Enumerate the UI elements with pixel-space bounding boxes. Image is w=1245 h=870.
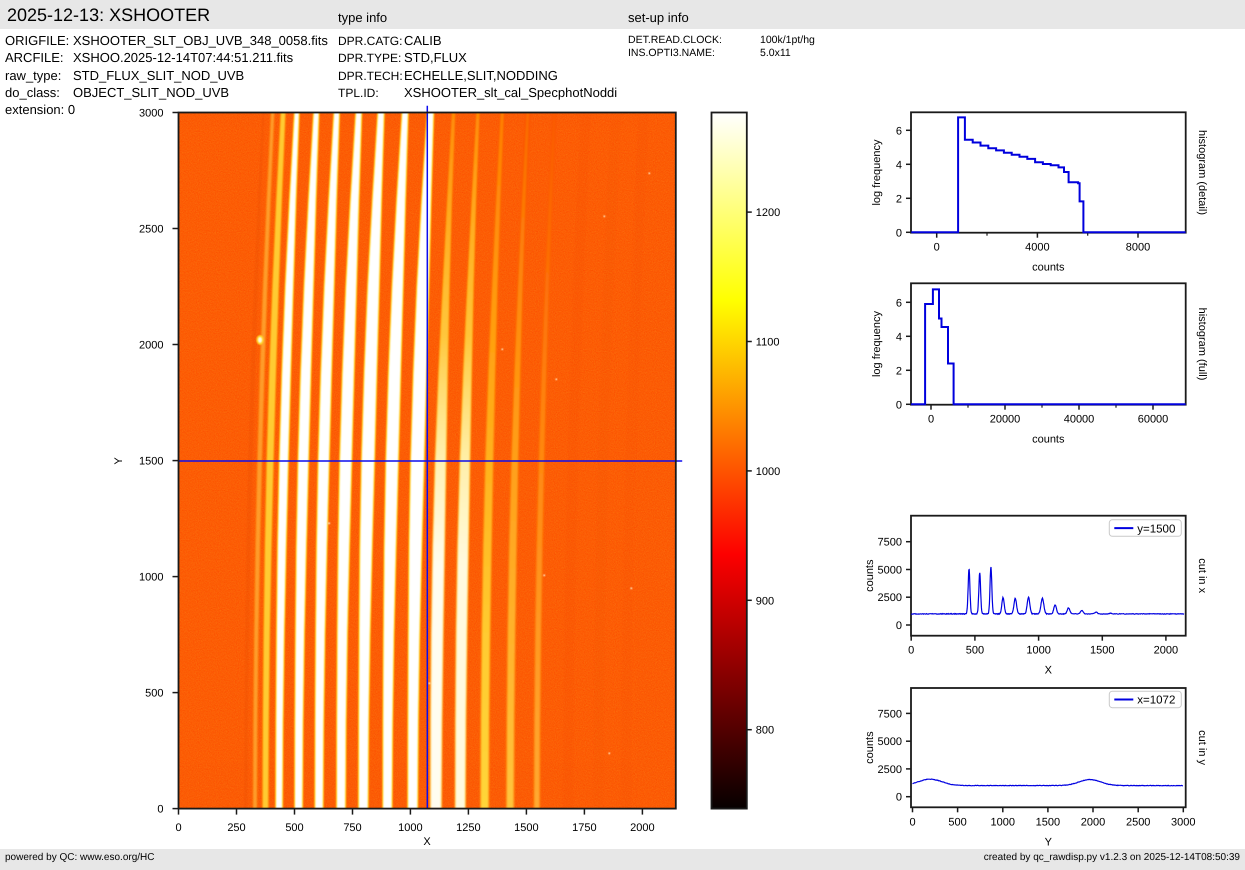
svg-text:1000: 1000 — [991, 816, 1015, 828]
svg-text:0: 0 — [928, 414, 934, 426]
svg-text:500: 500 — [966, 645, 984, 657]
svg-text:2000: 2000 — [1081, 816, 1105, 828]
svg-text:1000: 1000 — [398, 822, 422, 834]
svg-text:1500: 1500 — [514, 822, 538, 834]
svg-text:250: 250 — [227, 822, 245, 834]
svg-text:7500: 7500 — [878, 537, 902, 549]
svg-text:2000: 2000 — [139, 340, 163, 352]
svg-text:2000: 2000 — [1154, 645, 1178, 657]
svg-text:log frequency: log frequency — [871, 310, 883, 377]
svg-text:1750: 1750 — [572, 822, 596, 834]
svg-text:1500: 1500 — [1036, 816, 1060, 828]
svg-text:1500: 1500 — [139, 456, 163, 468]
svg-text:20000: 20000 — [990, 414, 1021, 426]
svg-text:4: 4 — [896, 331, 902, 343]
svg-text:2500: 2500 — [878, 764, 902, 776]
svg-text:counts: counts — [1032, 434, 1065, 446]
svg-text:500: 500 — [948, 816, 966, 828]
svg-text:counts: counts — [864, 559, 876, 592]
svg-text:x=1072: x=1072 — [1137, 695, 1175, 707]
svg-text:800: 800 — [756, 725, 774, 737]
svg-text:7500: 7500 — [878, 708, 902, 720]
svg-text:0: 0 — [934, 242, 940, 254]
svg-text:2000: 2000 — [630, 822, 654, 834]
svg-text:counts: counts — [864, 731, 876, 764]
svg-text:0: 0 — [896, 792, 902, 804]
svg-text:counts: counts — [1032, 262, 1065, 274]
svg-text:1000: 1000 — [1026, 645, 1050, 657]
svg-text:5000: 5000 — [878, 565, 902, 577]
svg-text:500: 500 — [145, 688, 163, 700]
svg-text:0: 0 — [175, 822, 181, 834]
svg-text:cut in x: cut in x — [1196, 558, 1208, 593]
svg-text:cut in y: cut in y — [1196, 730, 1208, 765]
svg-text:X: X — [1045, 665, 1053, 677]
svg-text:0: 0 — [896, 620, 902, 632]
svg-text:3000: 3000 — [1171, 816, 1195, 828]
svg-text:1500: 1500 — [1090, 645, 1114, 657]
svg-text:histogram (detail): histogram (detail) — [1196, 130, 1208, 215]
svg-text:5000: 5000 — [878, 736, 902, 748]
svg-text:Y: Y — [113, 457, 125, 465]
svg-text:4: 4 — [896, 159, 902, 171]
svg-text:3000: 3000 — [139, 108, 163, 120]
svg-text:1200: 1200 — [756, 207, 780, 219]
svg-text:1000: 1000 — [139, 572, 163, 584]
svg-text:0: 0 — [909, 816, 915, 828]
svg-text:Y: Y — [1045, 836, 1053, 848]
svg-text:2: 2 — [896, 365, 902, 377]
svg-text:X: X — [423, 836, 431, 848]
svg-text:log frequency: log frequency — [871, 139, 883, 206]
svg-text:0: 0 — [157, 804, 163, 816]
svg-text:1250: 1250 — [456, 822, 480, 834]
svg-text:900: 900 — [756, 595, 774, 607]
svg-text:8000: 8000 — [1126, 242, 1150, 254]
svg-text:0: 0 — [896, 399, 902, 411]
svg-text:6: 6 — [896, 125, 902, 137]
svg-text:60000: 60000 — [1138, 414, 1169, 426]
svg-text:750: 750 — [343, 822, 361, 834]
svg-text:2500: 2500 — [878, 592, 902, 604]
svg-text:0: 0 — [908, 645, 914, 657]
svg-text:1000: 1000 — [756, 466, 780, 478]
svg-text:500: 500 — [285, 822, 303, 834]
svg-text:2500: 2500 — [139, 224, 163, 236]
svg-text:histogram (full): histogram (full) — [1196, 308, 1208, 381]
svg-text:0: 0 — [896, 227, 902, 239]
svg-text:2: 2 — [896, 193, 902, 205]
svg-text:2500: 2500 — [1126, 816, 1150, 828]
svg-text:6: 6 — [896, 297, 902, 309]
svg-text:1100: 1100 — [756, 337, 780, 349]
svg-text:y=1500: y=1500 — [1137, 523, 1175, 535]
svg-text:4000: 4000 — [1025, 242, 1049, 254]
svg-text:40000: 40000 — [1064, 414, 1095, 426]
